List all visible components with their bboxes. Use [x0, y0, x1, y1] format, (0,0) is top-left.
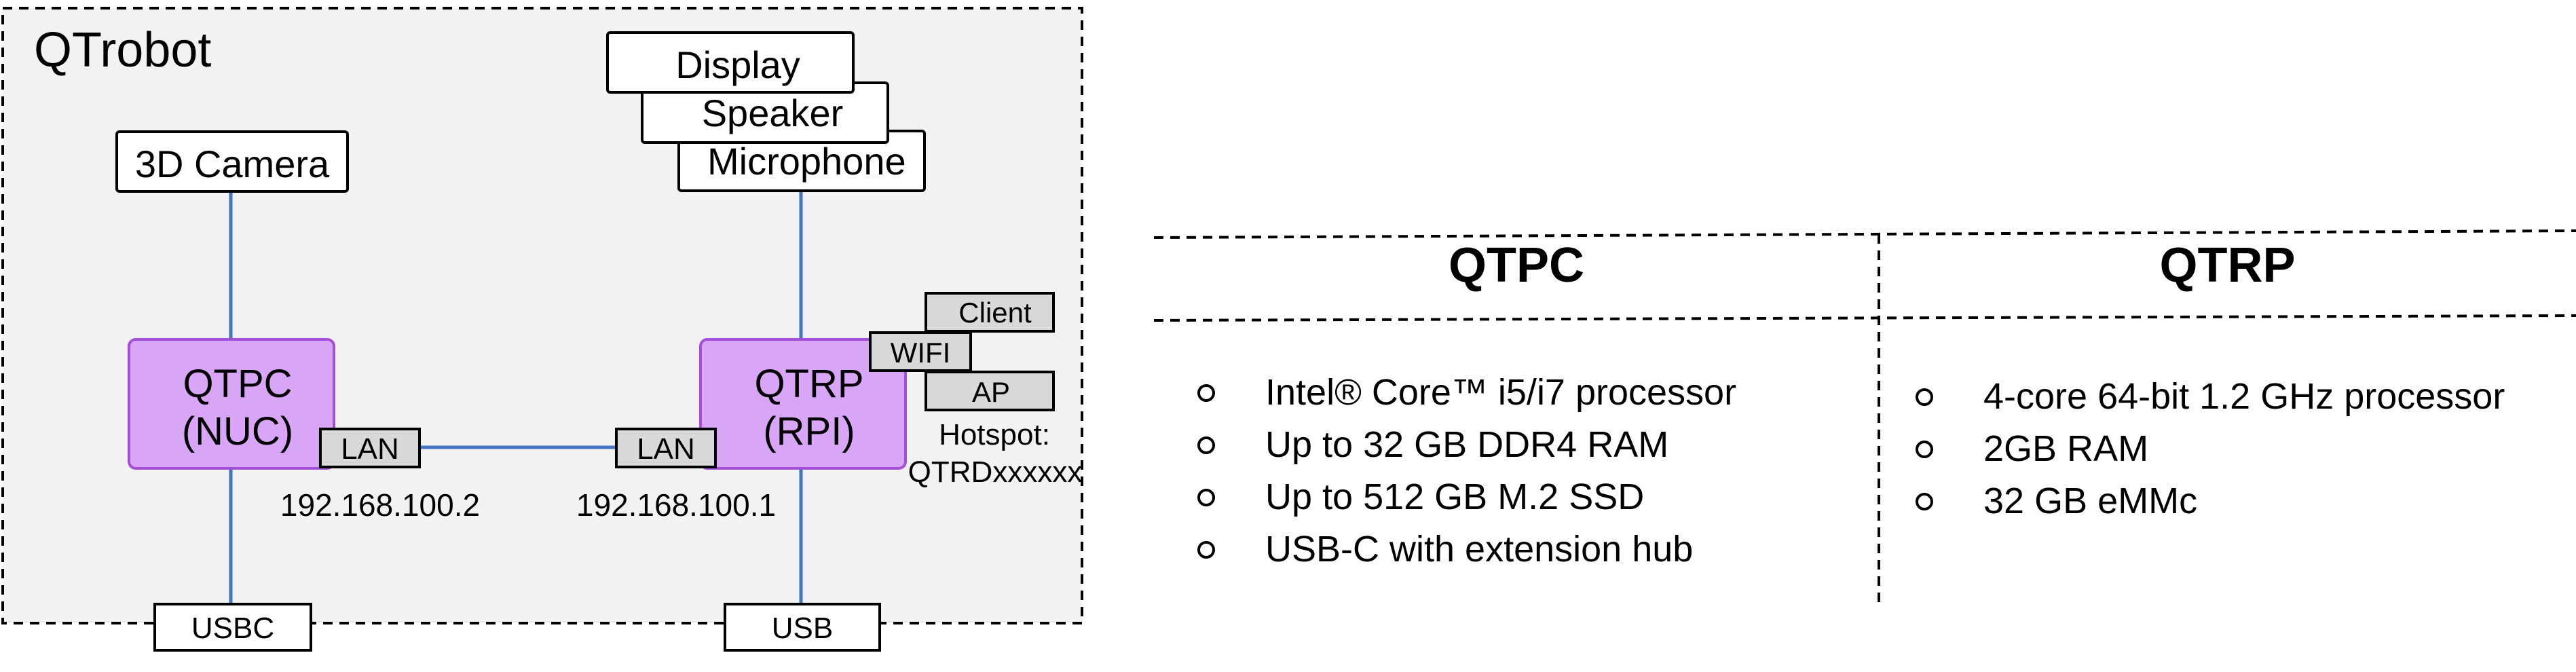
bullet-icon — [1916, 388, 1933, 406]
spec-item-text: 32 GB eMMc — [1983, 481, 2198, 521]
qtpc-module-name: QTPC — [183, 362, 292, 406]
wifi-ap-mode: AP — [925, 371, 1055, 411]
spec-list-item: USB-C with extension hub — [1197, 523, 1736, 576]
bullet-icon — [1197, 540, 1215, 559]
hotspot-label: Hotspot: — [939, 418, 1050, 451]
microphone-label: Microphone — [707, 140, 906, 183]
qtpc-lan-label: LAN — [341, 432, 399, 466]
client-label: Client — [958, 297, 1032, 329]
usbc-label: USBC — [191, 612, 274, 645]
usb-label: USB — [772, 612, 833, 645]
qtpc-module-subtitle: (NUC) — [182, 409, 293, 453]
spec-list-item: 2GB RAM — [1916, 423, 2505, 475]
spec-table-top-border — [1153, 229, 2576, 239]
spec-item-text: USB-C with extension hub — [1265, 529, 1694, 570]
qtpc-spec-title: QTPC — [1448, 238, 1584, 293]
qtrobot-title: QTrobot — [34, 23, 211, 77]
spec-table-header-border — [1153, 314, 2576, 322]
bullet-icon — [1916, 440, 1933, 458]
qtrp-ip-address: 192.168.100.1 — [576, 487, 776, 523]
usbc-port: USBC — [153, 603, 312, 652]
spec-list-item: Up to 32 GB DDR4 RAM — [1197, 419, 1736, 471]
wifi-client-mode: Client — [925, 292, 1055, 333]
qtrp-lan-label: LAN — [637, 432, 695, 466]
ap-label: AP — [972, 376, 1010, 408]
spec-item-text: 4-core 64-bit 1.2 GHz processor — [1983, 376, 2505, 417]
qtpc-ip-address: 192.168.100.2 — [280, 487, 480, 523]
spec-list-item: Up to 512 GB M.2 SSD — [1197, 471, 1736, 523]
spec-item-text: Up to 512 GB M.2 SSD — [1265, 477, 1645, 517]
qtrp-lan-port: LAN — [615, 428, 717, 468]
usb-port: USB — [724, 603, 881, 652]
display-box: Display — [606, 31, 855, 94]
wifi-label: WIFI — [891, 337, 951, 369]
spec-item-text: Intel® Core™ i5/i7 processor — [1265, 372, 1737, 413]
qtrp-module-subtitle: (RPI) — [763, 409, 855, 453]
qtpc-module: QTPC (NUC) — [128, 338, 335, 470]
qtrobot-enclosure — [1, 7, 1083, 624]
qtrp-spec-list: 4-core 64-bit 1.2 GHz processor 2GB RAM … — [1916, 371, 2505, 527]
spec-list-item: 4-core 64-bit 1.2 GHz processor — [1916, 371, 2505, 423]
wifi-port: WIFI — [869, 331, 972, 372]
speaker-label: Speaker — [702, 92, 844, 134]
camera-label: 3D Camera — [135, 143, 330, 185]
bullet-icon — [1197, 384, 1215, 402]
qtrp-spec-title: QTRP — [2159, 238, 2296, 293]
camera-box: 3D Camera — [115, 130, 349, 193]
spec-item-text: Up to 32 GB DDR4 RAM — [1265, 424, 1669, 465]
bullet-icon — [1197, 436, 1215, 454]
bullet-icon — [1197, 488, 1215, 506]
hotspot-ssid: QTRDxxxxxx — [908, 455, 1083, 489]
spec-list-item: 32 GB eMMc — [1916, 475, 2505, 527]
qtpc-lan-port: LAN — [319, 428, 421, 468]
qtrp-module-name: QTRP — [754, 362, 863, 406]
bullet-icon — [1916, 492, 1933, 510]
display-label: Display — [675, 43, 800, 86]
spec-item-text: 2GB RAM — [1983, 428, 2149, 469]
spec-list-item: Intel® Core™ i5/i7 processor — [1197, 367, 1736, 419]
qtpc-spec-list: Intel® Core™ i5/i7 processor Up to 32 GB… — [1197, 367, 1736, 576]
